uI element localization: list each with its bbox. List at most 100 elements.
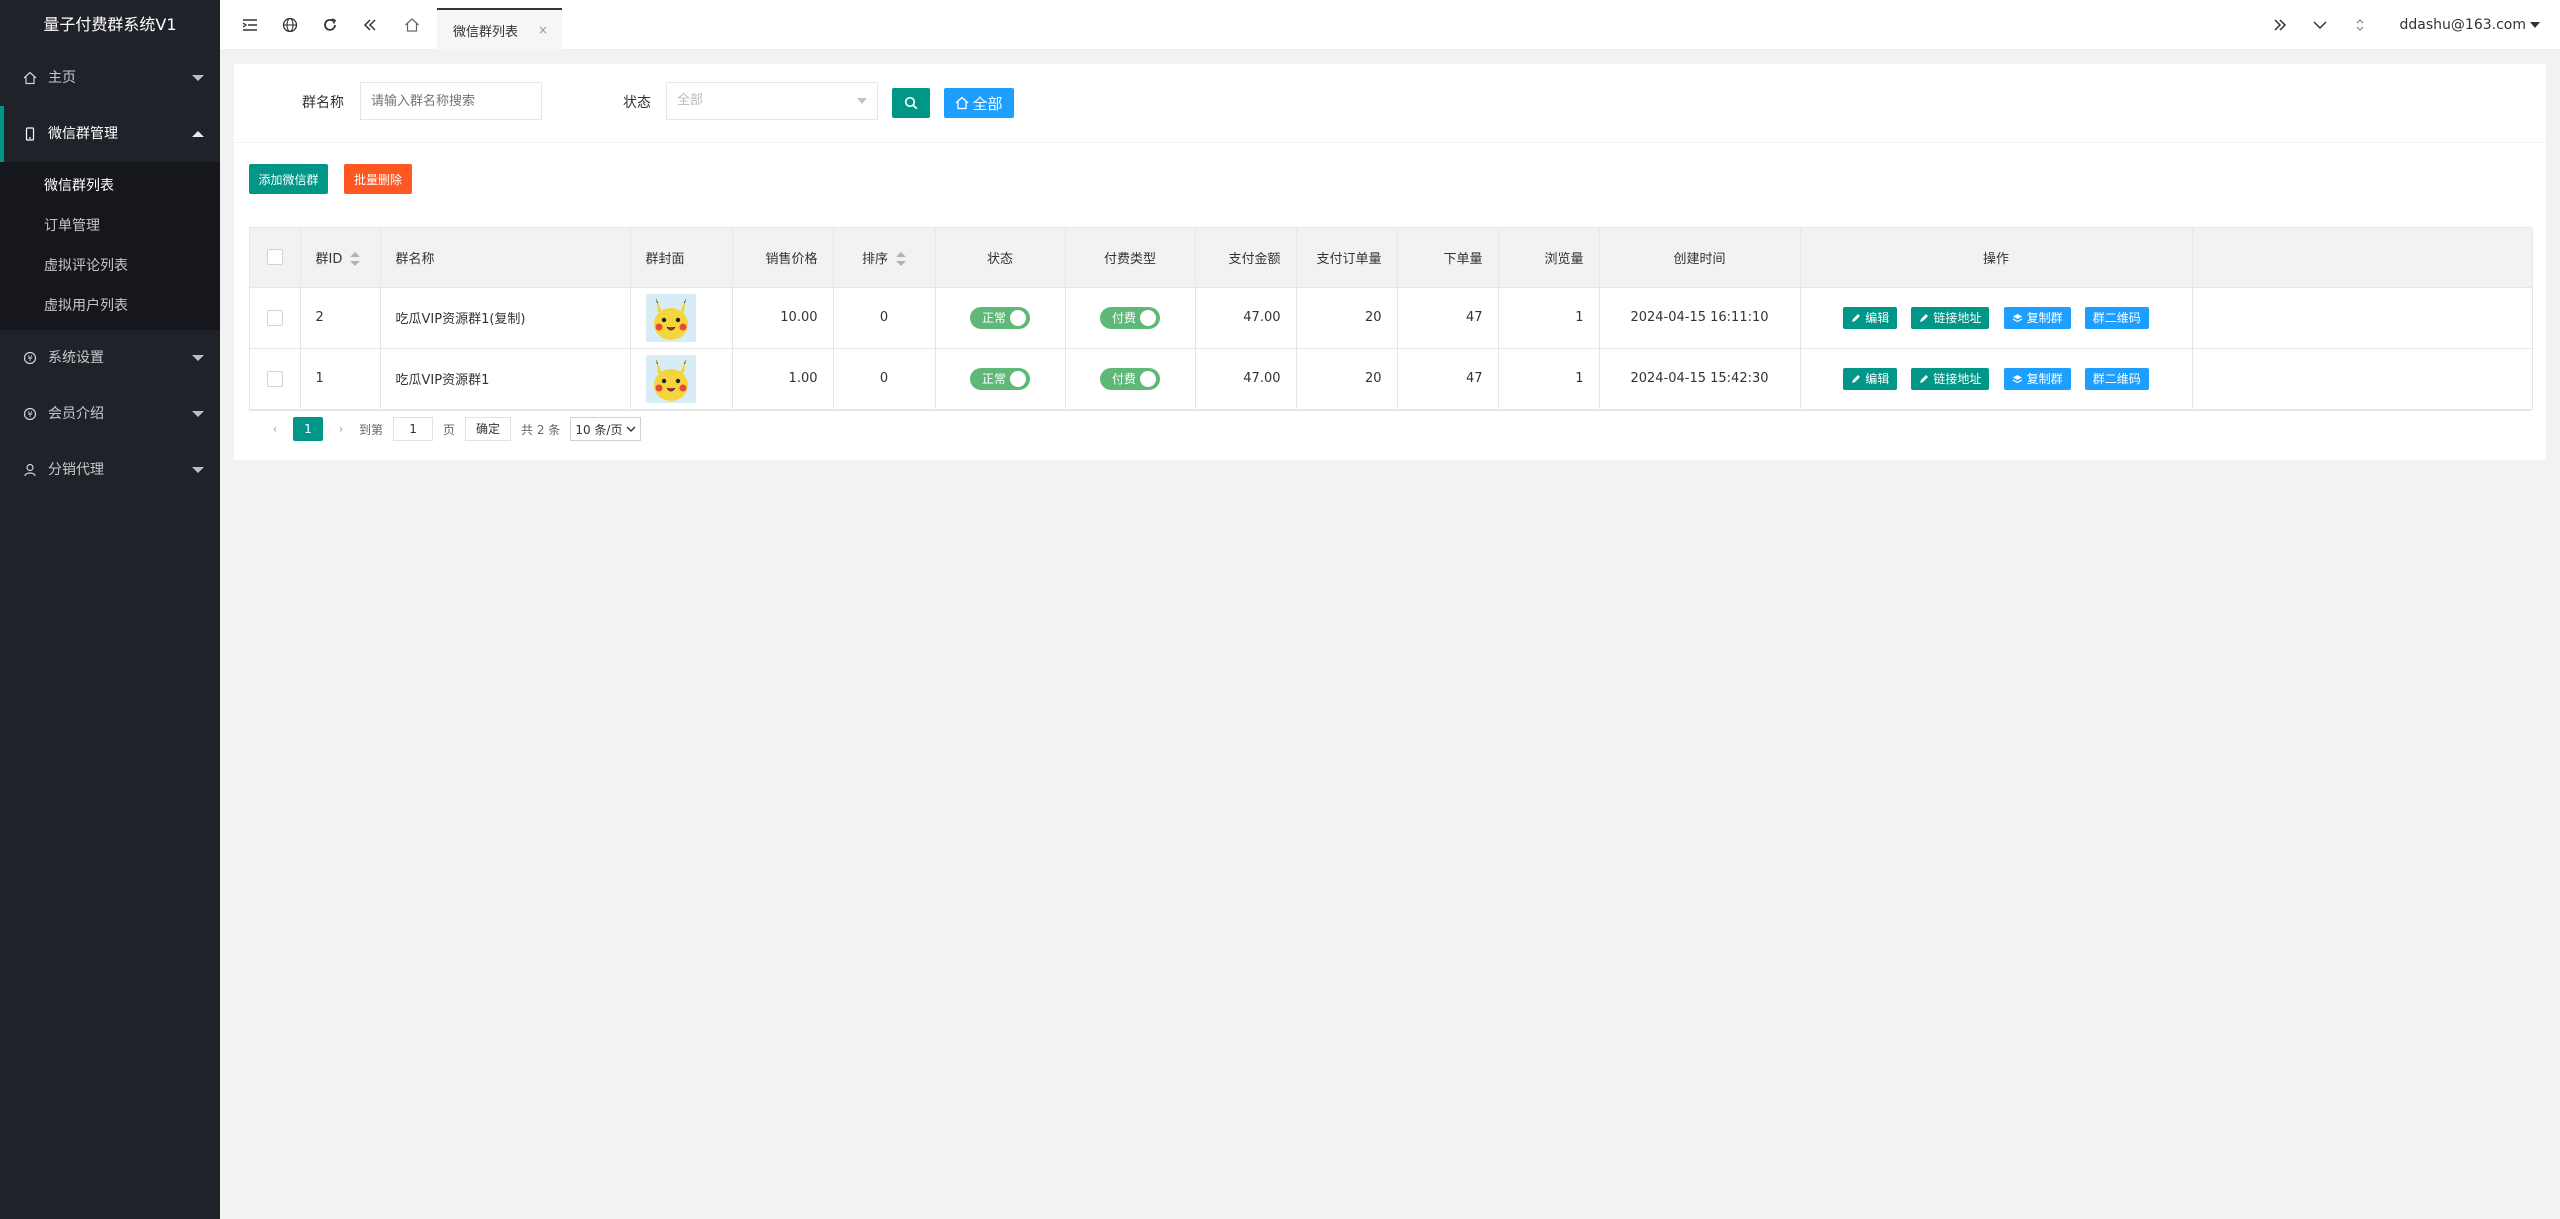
prev-page-icon[interactable]: ‹ [265, 422, 285, 436]
col-header-pay-type: 付费类型 [1065, 228, 1196, 288]
cell-created: 2024-04-15 16:11:10 [1599, 287, 1801, 349]
page-size-select[interactable]: 10 条/页 [570, 417, 642, 441]
col-header-status: 状态 [935, 228, 1066, 288]
pay-type-switch[interactable]: 付费 [1100, 367, 1160, 390]
col-header-name: 群名称 [380, 228, 631, 288]
pay-type-switch[interactable]: 付费 [1100, 306, 1160, 329]
sidebar-item-distribution[interactable]: 分销代理 [0, 442, 220, 498]
search-button[interactable] [892, 88, 930, 118]
pencil-icon [1920, 313, 1929, 322]
batch-delete-button[interactable]: 批量删除 [344, 164, 412, 194]
cell-actions: 编辑 链接地址 复制群 群二维码 [1800, 287, 2193, 349]
menu-collapse-icon[interactable] [230, 0, 270, 50]
sidebar-submenu: 微信群列表 订单管理 虚拟评论列表 虚拟用户列表 [0, 162, 220, 330]
col-header-views: 浏览量 [1498, 228, 1600, 288]
row-select-cell [250, 348, 301, 410]
pagination: ‹ 1 › 到第 1 页 确定 共 2 条 10 条/页 [249, 410, 2531, 448]
cell-pay-type: 付费 [1065, 348, 1196, 410]
edit-button[interactable]: 编辑 [1843, 306, 1898, 329]
status-select-value: 全部 [677, 93, 704, 108]
col-header-pay-amount: 支付金额 [1195, 228, 1297, 288]
sort-icon[interactable] [896, 252, 906, 267]
add-group-button[interactable]: 添加微信群 [249, 164, 328, 194]
globe-icon[interactable] [270, 0, 310, 50]
qrcode-button[interactable]: 群二维码 [2084, 306, 2149, 329]
svg-text:¥: ¥ [27, 410, 32, 419]
col-header-created: 创建时间 [1599, 228, 1801, 288]
qrcode-button[interactable]: 群二维码 [2084, 367, 2149, 390]
pencil-icon [1852, 313, 1861, 322]
close-icon[interactable]: × [538, 23, 548, 37]
next-page-icon[interactable]: › [331, 422, 351, 436]
home-tab-icon[interactable] [392, 0, 432, 50]
group-cover-image[interactable] [645, 354, 696, 403]
link-address-button[interactable]: 链接地址 [1911, 367, 1990, 390]
sidebar-subitem-virtual-users[interactable]: 虚拟用户列表 [0, 286, 220, 326]
copy-group-button[interactable]: 复制群 [2003, 367, 2071, 390]
link-address-button[interactable]: 链接地址 [1911, 306, 1990, 329]
sidebar-item-settings[interactable]: ¥ 系统设置 [0, 330, 220, 386]
member-icon: ¥ [22, 406, 38, 422]
col-header-cover: 群封面 [630, 228, 733, 288]
edit-button[interactable]: 编辑 [1843, 367, 1898, 390]
cell-sort: 0 [833, 348, 936, 410]
search-form: 群名称 状态 全部 全部 [234, 64, 2546, 143]
group-name-label: 群名称 [302, 95, 344, 111]
copy-group-button[interactable]: 复制群 [2003, 306, 2071, 329]
page-unit-label: 页 [443, 422, 456, 437]
status-switch[interactable]: 正常 [970, 367, 1030, 390]
group-name-search-input[interactable] [360, 82, 542, 120]
double-chevron-right-icon[interactable] [2260, 0, 2300, 50]
sidebar-item-home[interactable]: 主页 [0, 50, 220, 106]
layers-icon [2012, 313, 2022, 322]
show-all-button[interactable]: 全部 [944, 88, 1014, 118]
select-all-checkbox[interactable] [266, 249, 283, 266]
pencil-icon [1920, 374, 1929, 383]
row-checkbox[interactable] [266, 309, 283, 326]
chevron-down-icon[interactable] [2300, 0, 2340, 50]
col-header-id[interactable]: 群ID [300, 228, 381, 288]
tab-label: 微信群列表 [453, 24, 519, 40]
sidebar-item-wechat-groups[interactable]: 微信群管理 [0, 106, 220, 162]
chevron-down-icon [192, 467, 204, 473]
tab-wechat-group-list[interactable]: 微信群列表 × [437, 8, 562, 50]
user-icon [22, 462, 38, 478]
cell-pay-amount: 47.00 [1195, 287, 1297, 349]
cell-empty [2192, 348, 2533, 410]
cell-views: 1 [1498, 287, 1600, 349]
cell-created: 2024-04-15 15:42:30 [1599, 348, 1801, 410]
sidebar-item-label: 微信群管理 [48, 126, 118, 142]
show-all-label: 全部 [972, 94, 1003, 113]
user-menu[interactable]: ddashu@163.com [2400, 0, 2540, 50]
cell-status: 正常 [935, 348, 1066, 410]
sidebar-subitem-orders[interactable]: 订单管理 [0, 206, 220, 246]
status-select[interactable]: 全部 [666, 82, 878, 120]
cell-views: 1 [1498, 348, 1600, 410]
cell-pay-type: 付费 [1065, 287, 1196, 349]
total-count: 共 2 条 [521, 422, 561, 437]
sidebar-item-member[interactable]: ¥ 会员介绍 [0, 386, 220, 442]
cell-pay-amount: 47.00 [1195, 348, 1297, 410]
sidebar-subitem-group-list[interactable]: 微信群列表 [0, 166, 220, 206]
refresh-icon[interactable] [310, 0, 350, 50]
sort-icon[interactable] [350, 252, 361, 267]
goto-confirm-button[interactable]: 确定 [465, 417, 512, 441]
goto-page-input[interactable]: 1 [393, 417, 434, 441]
row-checkbox[interactable] [266, 370, 283, 387]
page-number-current[interactable]: 1 [293, 417, 323, 441]
cell-pay-orders: 20 [1296, 348, 1398, 410]
home-icon [22, 70, 38, 86]
caret-down-icon [2530, 22, 2540, 28]
fullscreen-toggle-icon[interactable] [2340, 0, 2380, 50]
cell-cover [630, 348, 733, 410]
group-table: 群ID 群名称 群封面 销售价格 排序 状态 付费类型 支付金额 支付订单量 下… [249, 227, 2533, 411]
col-header-sort[interactable]: 排序 [833, 228, 936, 288]
sidebar-subitem-virtual-comments[interactable]: 虚拟评论列表 [0, 246, 220, 286]
home-icon [956, 96, 969, 110]
search-icon [904, 96, 918, 110]
cell-actions: 编辑 链接地址 复制群 群二维码 [1800, 348, 2193, 410]
group-cover-image[interactable] [645, 293, 696, 342]
status-switch[interactable]: 正常 [970, 306, 1030, 329]
double-chevron-left-icon[interactable] [350, 0, 390, 50]
cell-name: 吃瓜VIP资源群1 [380, 348, 631, 410]
